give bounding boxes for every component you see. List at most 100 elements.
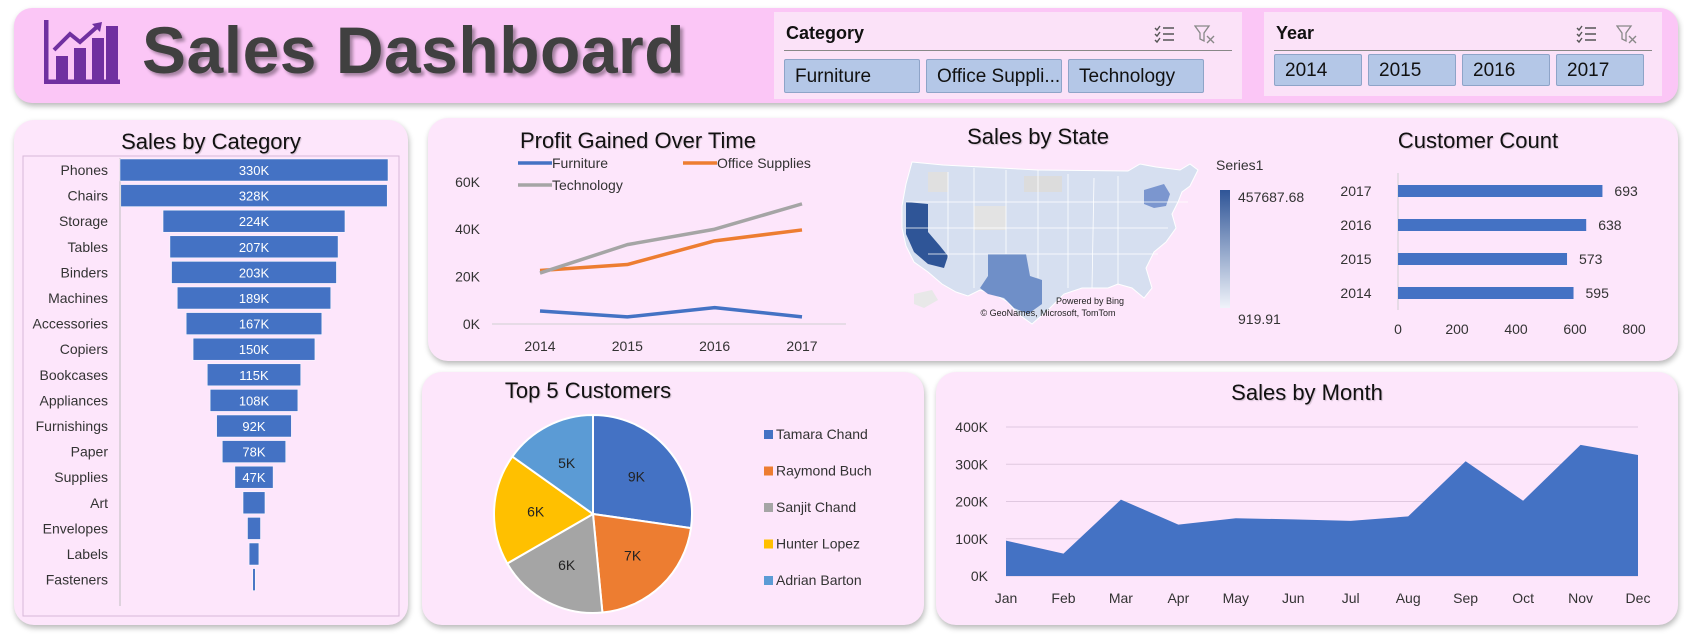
category-label: Fasteners xyxy=(46,572,108,588)
customer-count-bar xyxy=(1398,219,1587,231)
page-title: Sales Dashboard xyxy=(142,13,686,87)
multi-select-icon[interactable] xyxy=(1154,24,1176,44)
x-tick-label: 2014 xyxy=(524,338,555,354)
category-label: Tables xyxy=(68,239,108,255)
pie-value-label: 5K xyxy=(558,455,576,471)
slicer-item-office-supplies[interactable]: Office Suppli... xyxy=(926,59,1062,93)
top5-customers-chart: 9K 7K 6K 6K 5K Tamara Chand Raymond Buch Sanjit… xyxy=(493,413,872,614)
legend-swatch xyxy=(764,430,773,439)
category-value-label: 330K xyxy=(239,163,270,178)
x-tick-label: May xyxy=(1223,590,1249,606)
category-slicer: Category Furniture Office Suppli... Tech… xyxy=(774,12,1242,99)
us-map xyxy=(901,161,1199,325)
category-bar xyxy=(252,568,256,591)
x-tick-label: Apr xyxy=(1167,590,1189,606)
x-tick-label: 600 xyxy=(1563,321,1587,337)
slicer-item-2015[interactable]: 2015 xyxy=(1368,54,1456,86)
legend-label: Hunter Lopez xyxy=(776,536,860,552)
customer-count-value: 595 xyxy=(1586,285,1610,301)
x-tick-label: Mar xyxy=(1109,590,1133,606)
customer-count-bar xyxy=(1398,253,1568,265)
category-slicer-label: Category xyxy=(786,23,865,43)
category-label: Art xyxy=(90,495,108,511)
category-bar xyxy=(247,517,261,540)
category-label: Machines xyxy=(48,290,108,306)
category-value-label: 92K xyxy=(242,419,265,434)
category-label: Phones xyxy=(61,162,108,178)
top5-customers-panel: Top 5 Customers 9K 7K 6K 6K 5K Tamara Chand Ra… xyxy=(422,372,924,625)
top-charts-svg: Powered by Bing © GeoNames, Microsoft, T… xyxy=(455,155,1646,354)
customer-count-bar xyxy=(1398,185,1603,197)
slicer-item-2016[interactable]: 2016 xyxy=(1462,54,1550,86)
y-tick-label: 300K xyxy=(955,456,988,472)
pie-slice xyxy=(591,512,693,614)
series-line-technology xyxy=(539,202,803,275)
category-label: Storage xyxy=(59,213,108,229)
clear-filter-icon[interactable] xyxy=(1194,24,1216,44)
category-value-label: 224K xyxy=(239,214,270,229)
category-label: Paper xyxy=(71,444,109,460)
multi-select-icon[interactable] xyxy=(1576,24,1598,44)
year-label: 2016 xyxy=(1340,217,1371,233)
year-slicer: Year 2014 2015 2016 2017 xyxy=(1264,12,1662,96)
x-tick-label: 2015 xyxy=(612,338,643,354)
state-grey xyxy=(974,206,1006,230)
x-tick-label: Jul xyxy=(1342,590,1360,606)
map-legend-title: Series1 xyxy=(1216,157,1264,173)
y-tick-label: 200K xyxy=(955,494,988,510)
sales-by-month-panel: Sales by Month 0K 100K 200K 300K 400K Jan Feb M… xyxy=(936,372,1678,625)
x-tick-label: Nov xyxy=(1568,590,1593,606)
category-label: Bookcases xyxy=(40,367,108,383)
category-value-label: 203K xyxy=(239,265,270,280)
legend-swatch xyxy=(764,503,773,512)
pie-value-label: 7K xyxy=(624,548,642,564)
customer-count-bar xyxy=(1398,287,1574,299)
top-charts-panel: Profit Gained Over Time Sales by State C… xyxy=(428,118,1678,361)
category-label: Supplies xyxy=(54,469,108,485)
pie-value-label: 6K xyxy=(527,503,545,519)
slicer-item-2014[interactable]: 2014 xyxy=(1274,54,1362,86)
x-tick-label: Jan xyxy=(995,590,1018,606)
slicer-item-technology[interactable]: Technology xyxy=(1068,59,1204,93)
legend-label: Technology xyxy=(552,177,623,193)
map-legend-max: 457687.68 xyxy=(1238,189,1304,205)
clear-filter-icon[interactable] xyxy=(1616,24,1638,44)
bar-chart-logo-icon xyxy=(44,20,120,84)
slicer-item-furniture[interactable]: Furniture xyxy=(784,59,920,93)
legend-swatch xyxy=(764,539,773,549)
x-tick-label: Dec xyxy=(1626,590,1651,606)
slicer-divider xyxy=(784,50,1232,51)
category-value-label: 150K xyxy=(239,342,270,357)
customer-count-value: 573 xyxy=(1579,251,1603,267)
category-value-label: 108K xyxy=(239,393,270,408)
category-bar xyxy=(242,491,266,515)
slicer-item-2017[interactable]: 2017 xyxy=(1556,54,1644,86)
year-label: 2014 xyxy=(1340,285,1371,301)
category-label: Copiers xyxy=(60,341,108,357)
map-legend-scale xyxy=(1220,190,1230,308)
y-tick-label: 0K xyxy=(463,316,481,332)
y-tick-label: 400K xyxy=(955,419,988,435)
category-value-label: 47K xyxy=(242,470,265,485)
x-tick-label: Aug xyxy=(1396,590,1421,606)
x-tick-label: Sep xyxy=(1453,590,1478,606)
y-tick-label: 40K xyxy=(455,221,481,237)
y-tick-label: 100K xyxy=(955,531,988,547)
category-value-label: 167K xyxy=(239,317,270,332)
y-tick-label: 20K xyxy=(455,269,481,285)
x-tick-label: 400 xyxy=(1504,321,1528,337)
x-tick-label: 800 xyxy=(1622,321,1646,337)
legend-label: Furniture xyxy=(552,155,608,171)
map-credit-bing: Powered by Bing xyxy=(1056,296,1124,306)
header-banner: Sales Dashboard Category Furniture Offic… xyxy=(14,8,1678,103)
pie-value-label: 6K xyxy=(558,557,576,573)
x-tick-label: Feb xyxy=(1051,590,1075,606)
x-tick-label: 2016 xyxy=(699,338,730,354)
customer-count-value: 638 xyxy=(1598,217,1622,233)
state-grey xyxy=(1024,176,1062,192)
legend-swatch xyxy=(764,576,773,585)
category-value-label: 328K xyxy=(239,189,270,204)
category-label: Binders xyxy=(61,264,108,280)
category-label: Labels xyxy=(67,546,108,562)
customer-count-value: 693 xyxy=(1614,183,1638,199)
